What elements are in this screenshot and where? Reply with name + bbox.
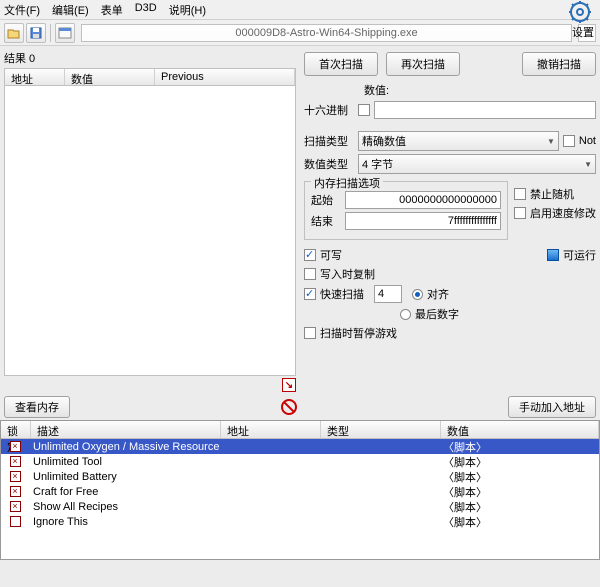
value-cell: 脚本 <box>439 469 599 485</box>
desc-cell: Show All Recipes <box>29 501 219 513</box>
menu-help[interactable]: 说明(H) <box>169 2 206 17</box>
process-title: 000009D8-Astro-Win64-Shipping.exe <box>81 24 572 42</box>
th-type[interactable]: 类型 <box>321 421 441 438</box>
copyonwrite-label: 写入时复制 <box>320 266 375 282</box>
fastscan-checkbox[interactable] <box>304 288 316 300</box>
main-panel: 结果 0 地址 数值 Previous ↘ 首次扫描 再次扫描 撤销扫描 数值:… <box>0 46 600 394</box>
settings-label[interactable]: 设置 <box>568 24 598 40</box>
no-random-label: 禁止随机 <box>530 186 574 202</box>
not-checkbox[interactable] <box>563 135 575 147</box>
th-desc[interactable]: 描述 <box>31 421 221 438</box>
value-cell: 脚本 <box>439 439 599 455</box>
open-button[interactable] <box>4 23 24 43</box>
scan-type-label: 扫描类型 <box>304 133 354 149</box>
scan-type-select[interactable]: 精确数值▼ <box>358 131 559 151</box>
value-cell: 脚本 <box>439 454 599 470</box>
value-cell: 脚本 <box>439 499 599 515</box>
th-addr[interactable]: 地址 <box>221 421 321 438</box>
cheat-table-body[interactable]: ×Unlimited Oxygen / Massive Resources脚本×… <box>1 439 599 559</box>
lock-cell[interactable]: × <box>1 516 29 527</box>
writable-label: 可写 <box>320 247 342 263</box>
view-memory-button[interactable]: 查看内存 <box>4 396 70 418</box>
lastdigit-label: 最后数字 <box>415 306 459 322</box>
col-addr[interactable]: 地址 <box>5 69 65 85</box>
value-cell: 脚本 <box>439 514 599 530</box>
chevron-down-icon: ▼ <box>584 160 592 169</box>
table-row[interactable]: ×Unlimited Oxygen / Massive Resources 脚本 <box>1 439 599 454</box>
first-scan-button[interactable]: 首次扫描 <box>304 52 378 76</box>
no-random-checkbox[interactable] <box>514 188 526 200</box>
results-count: 结果 0 <box>4 48 296 68</box>
desc-cell: Unlimited Battery <box>29 471 219 483</box>
select-process-button[interactable] <box>55 23 75 43</box>
speedhack-checkbox[interactable] <box>514 207 526 219</box>
table-row[interactable]: ×Ignore This 脚本 <box>1 514 599 529</box>
copyonwrite-checkbox[interactable] <box>304 268 316 280</box>
lastdigit-radio[interactable] <box>400 309 411 320</box>
lock-cell[interactable]: × <box>1 471 29 482</box>
chevron-down-icon: ▼ <box>547 137 555 146</box>
undo-scan-button[interactable]: 撤销扫描 <box>522 52 596 76</box>
runnable-label: 可运行 <box>563 247 596 263</box>
mid-toolbar: 查看内存 手动加入地址 <box>0 394 600 420</box>
value-label: 数值: <box>364 82 389 98</box>
menu-file[interactable]: 文件(F) <box>4 2 40 17</box>
menubar: 文件(F) 编辑(E) 表单 D3D 说明(H) <box>0 0 600 20</box>
stop-icon[interactable] <box>281 399 297 415</box>
cheat-table: 锁定 描述 地址 类型 数值 ×Unlimited Oxygen / Massi… <box>0 420 600 560</box>
desc-cell: Craft for Free <box>29 486 219 498</box>
table-row[interactable]: ×Craft for Free 脚本 <box>1 484 599 499</box>
not-label: Not <box>579 135 596 147</box>
value-cell: 脚本 <box>439 484 599 500</box>
value-input[interactable] <box>374 101 596 119</box>
start-label: 起始 <box>311 192 341 208</box>
menu-table[interactable]: 表单 <box>101 2 123 17</box>
menu-d3d[interactable]: D3D <box>135 2 157 17</box>
runnable-icon[interactable] <box>547 249 559 261</box>
col-value[interactable]: 数值 <box>65 69 155 85</box>
lock-cell[interactable]: × <box>1 486 29 497</box>
pause-checkbox[interactable] <box>304 327 316 339</box>
fastscan-input[interactable] <box>374 285 402 303</box>
start-addr-input[interactable] <box>345 191 501 209</box>
hex-label: 十六进制 <box>304 102 354 118</box>
aligned-radio[interactable] <box>412 289 423 300</box>
menu-edit[interactable]: 编辑(E) <box>52 2 89 17</box>
manual-add-button[interactable]: 手动加入地址 <box>508 396 596 418</box>
toolbar: 000009D8-Astro-Win64-Shipping.exe 设置 <box>0 20 600 46</box>
lock-cell[interactable]: × <box>1 456 29 467</box>
th-value[interactable]: 数值 <box>441 421 599 438</box>
value-type-select[interactable]: 4 字节▼ <box>358 154 596 174</box>
settings-icon[interactable] <box>568 0 592 24</box>
th-lock[interactable]: 锁定 <box>1 421 31 438</box>
desc-cell: Unlimited Oxygen / Massive Resources <box>29 441 219 453</box>
results-list[interactable] <box>4 86 296 376</box>
memory-options-label: 内存扫描选项 <box>311 175 383 191</box>
aligned-label: 对齐 <box>427 286 449 302</box>
end-addr-input[interactable] <box>345 212 501 230</box>
pause-label: 扫描时暂停游戏 <box>320 325 397 341</box>
results-header: 地址 数值 Previous <box>4 68 296 86</box>
value-type-label: 数值类型 <box>304 156 354 172</box>
desc-cell: Ignore This <box>29 516 219 528</box>
writable-checkbox[interactable] <box>304 249 316 261</box>
scan-panel: 首次扫描 再次扫描 撤销扫描 数值: 十六进制 扫描类型 精确数值▼ Not 数… <box>300 46 600 394</box>
fastscan-label: 快速扫描 <box>320 286 364 302</box>
lock-cell[interactable]: × <box>1 441 29 452</box>
col-prev[interactable]: Previous <box>155 69 295 85</box>
save-button[interactable] <box>26 23 46 43</box>
add-to-list-icon[interactable]: ↘ <box>282 378 296 392</box>
speedhack-label: 启用速度修改 <box>530 205 596 221</box>
table-row[interactable]: ×Show All Recipes 脚本 <box>1 499 599 514</box>
cheat-table-header: 锁定 描述 地址 类型 数值 <box>1 421 599 439</box>
table-row[interactable]: ×Unlimited Tool 脚本 <box>1 454 599 469</box>
results-panel: 结果 0 地址 数值 Previous ↘ <box>0 46 300 394</box>
next-scan-button[interactable]: 再次扫描 <box>386 52 460 76</box>
desc-cell: Unlimited Tool <box>29 456 219 468</box>
hex-checkbox[interactable] <box>358 104 370 116</box>
end-label: 结束 <box>311 213 341 229</box>
table-row[interactable]: ×Unlimited Battery 脚本 <box>1 469 599 484</box>
memory-options-group: 内存扫描选项 起始 结束 <box>304 181 508 240</box>
lock-cell[interactable]: × <box>1 501 29 512</box>
